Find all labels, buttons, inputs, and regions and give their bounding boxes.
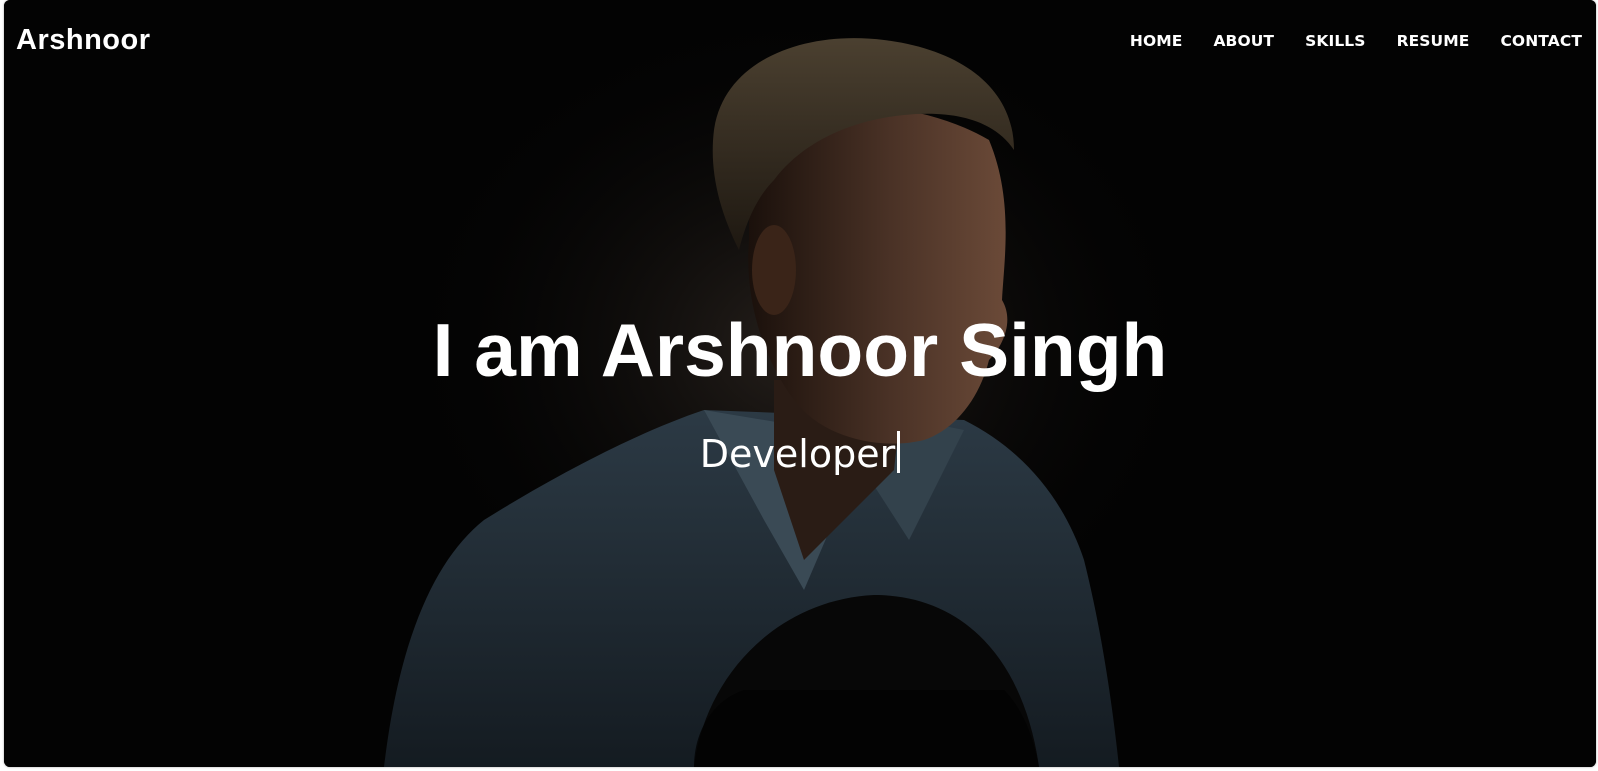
nav-link-skills[interactable]: SKILLS [1305, 32, 1365, 50]
nav-menu: HOME ABOUT SKILLS RESUME CONTACT [1130, 32, 1582, 50]
typed-text: Developer [699, 432, 896, 476]
nav-link-resume[interactable]: RESUME [1397, 32, 1470, 50]
brand-logo[interactable]: Arshnoor [16, 24, 151, 57]
page-frame: Arshnoor HOME ABOUT SKILLS RESUME CONTAC… [4, 0, 1596, 767]
nav-link-contact[interactable]: CONTACT [1500, 32, 1582, 50]
typing-cursor [897, 431, 901, 473]
hero-title: I am Arshnoor Singh [432, 308, 1168, 392]
nav-link-home[interactable]: HOME [1130, 32, 1183, 50]
top-navbar: Arshnoor HOME ABOUT SKILLS RESUME CONTAC… [4, 0, 1596, 86]
nav-link-about[interactable]: ABOUT [1213, 32, 1274, 50]
hero-typed-subtitle: Developer [4, 431, 1596, 473]
